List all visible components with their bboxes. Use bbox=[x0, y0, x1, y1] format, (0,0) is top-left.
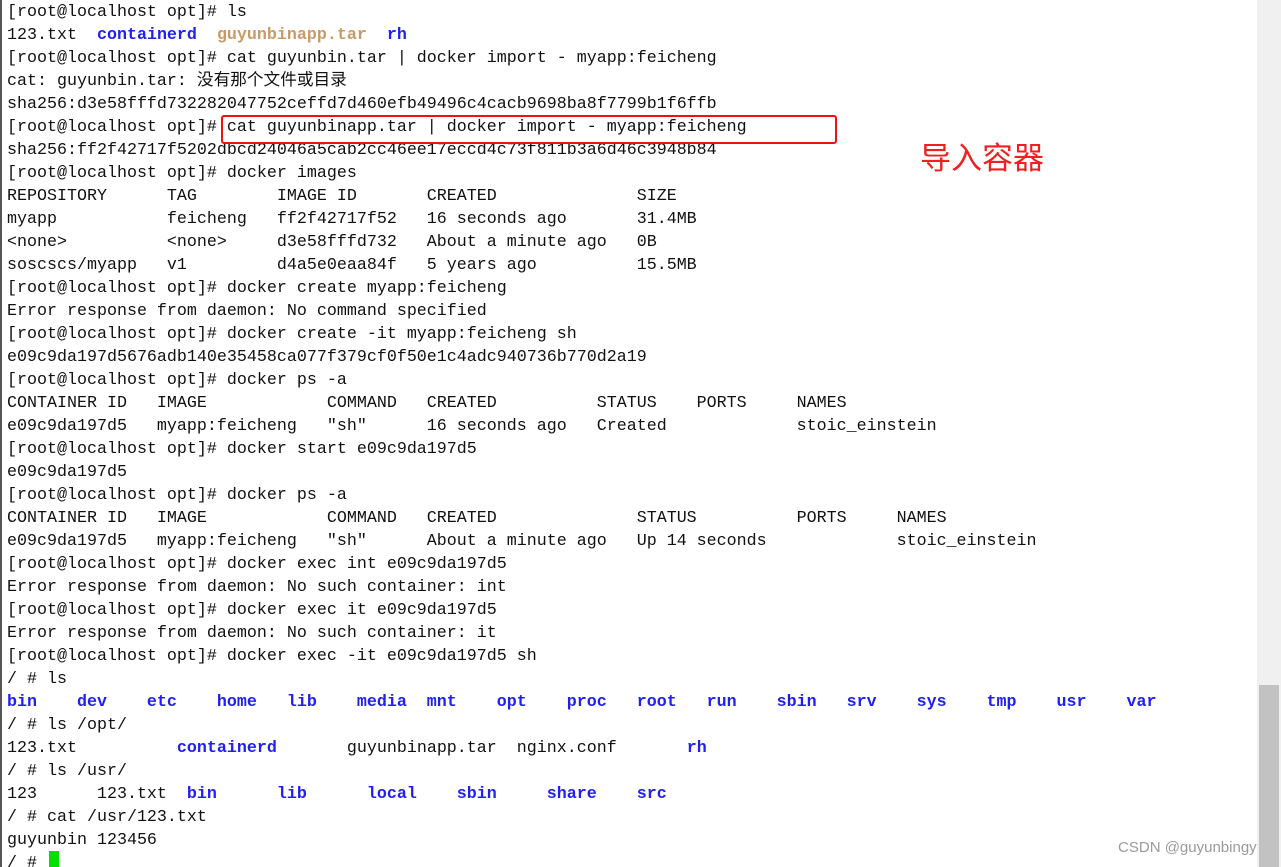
line-segment: bin lib local sbin share src bbox=[186, 785, 667, 804]
line-segment: 123.txt bbox=[7, 26, 97, 45]
line-segment: [root@localhost opt]# docker exec -it e0… bbox=[7, 647, 537, 666]
line-segment: myapp feicheng ff2f42717f52 16 seconds a… bbox=[7, 210, 697, 229]
terminal-line: CONTAINER ID IMAGE COMMAND CREATED STATU… bbox=[7, 507, 947, 530]
terminal-line: [root@localhost opt]# docker ps -a bbox=[7, 369, 347, 392]
line-segment: bin dev etc home lib media mnt opt proc … bbox=[7, 693, 1157, 712]
line-segment bbox=[197, 26, 217, 45]
line-segment: / # bbox=[7, 854, 47, 867]
terminal-line: e09c9da197d5 myapp:feicheng "sh" About a… bbox=[7, 530, 1037, 553]
terminal-line: Error response from daemon: No such cont… bbox=[7, 622, 497, 645]
terminal-window[interactable]: [root@localhost opt]# ls 123.txt containe… bbox=[0, 0, 1281, 867]
terminal-line: / # ls /usr/ bbox=[7, 760, 127, 783]
line-segment: [root@localhost opt]# docker create myap… bbox=[7, 279, 507, 298]
line-segment: CONTAINER ID IMAGE COMMAND CREATED STATU… bbox=[7, 509, 947, 528]
line-segment: <none> <none> d3e58fffd732 About a minut… bbox=[7, 233, 657, 252]
terminal-line: [root@localhost opt]# docker exec it e09… bbox=[7, 599, 497, 622]
line-segment: REPOSITORY TAG IMAGE ID CREATED SIZE bbox=[7, 187, 677, 206]
line-segment: 123 123.txt bbox=[7, 785, 187, 804]
terminal-line: / # cat /usr/123.txt bbox=[7, 806, 207, 829]
terminal-line: [root@localhost opt]# docker ps -a bbox=[7, 484, 347, 507]
line-segment: guyunbinapp.tar nginx.conf bbox=[276, 739, 687, 758]
terminal-line: e09c9da197d5 myapp:feicheng "sh" 16 seco… bbox=[7, 415, 937, 438]
line-segment: e09c9da197d5 bbox=[7, 463, 127, 482]
line-segment: guyunbinapp.tar bbox=[216, 26, 367, 45]
terminal-line: cat: guyunbin.tar: 没有那个文件或目录 bbox=[7, 70, 347, 93]
terminal-line: <none> <none> d3e58fffd732 About a minut… bbox=[7, 231, 657, 254]
scrollbar-thumb[interactable] bbox=[1259, 685, 1279, 867]
terminal-line: Error response from daemon: No such cont… bbox=[7, 576, 507, 599]
terminal-line: 123 123.txt bin lib local sbin share src bbox=[7, 783, 667, 806]
terminal-line: [root@localhost opt]# docker create -it … bbox=[7, 323, 577, 346]
line-segment: / # cat /usr/123.txt bbox=[7, 808, 207, 827]
line-segment: [root@localhost opt]# docker create -it … bbox=[7, 325, 577, 344]
line-segment: cat: guyunbin.tar: 没有那个文件或目录 bbox=[7, 72, 347, 91]
annotation-label: 导入容器 bbox=[920, 141, 1044, 177]
line-segment: [root@localhost opt]# docker exec it e09… bbox=[7, 601, 497, 620]
terminal-line: REPOSITORY TAG IMAGE ID CREATED SIZE bbox=[7, 185, 677, 208]
line-segment: [root@localhost opt]# docker exec int e0… bbox=[7, 555, 507, 574]
line-segment: Error response from daemon: No such cont… bbox=[7, 578, 507, 597]
terminal-line: guyunbin 123456 bbox=[7, 829, 157, 852]
line-segment: guyunbin 123456 bbox=[7, 831, 157, 850]
terminal-line: [root@localhost opt]# docker start e09c9… bbox=[7, 438, 477, 461]
line-segment: 123.txt bbox=[7, 739, 177, 758]
line-segment: CONTAINER ID IMAGE COMMAND CREATED STATU… bbox=[7, 394, 847, 413]
line-segment: / # ls /usr/ bbox=[7, 762, 127, 781]
terminal-line: [root@localhost opt]# docker create myap… bbox=[7, 277, 507, 300]
line-segment: / # ls /opt/ bbox=[7, 716, 127, 735]
line-segment: containerd bbox=[96, 26, 197, 45]
line-segment: e09c9da197d5676adb140e35458ca077f379cf0f… bbox=[7, 348, 647, 367]
terminal-line: e09c9da197d5 bbox=[7, 461, 127, 484]
terminal-line: bin dev etc home lib media mnt opt proc … bbox=[7, 691, 1156, 714]
line-segment: rh bbox=[686, 739, 707, 758]
line-segment: e09c9da197d5 myapp:feicheng "sh" 16 seco… bbox=[7, 417, 937, 436]
line-segment: [root@localhost opt]# docker start e09c9… bbox=[7, 440, 477, 459]
line-segment: [root@localhost opt]# cat guyunbin.tar |… bbox=[7, 49, 717, 68]
terminal-line: [root@localhost opt]# ls bbox=[7, 1, 247, 24]
line-segment: [root@localhost opt]# ls bbox=[7, 3, 247, 22]
line-segment: rh bbox=[386, 26, 407, 45]
terminal-line: e09c9da197d5676adb140e35458ca077f379cf0f… bbox=[7, 346, 647, 369]
terminal-line: soscscs/myapp v1 d4a5e0eaa84f 5 years ag… bbox=[7, 254, 697, 277]
terminal-line: CONTAINER ID IMAGE COMMAND CREATED STATU… bbox=[7, 392, 847, 415]
terminal-line: myapp feicheng ff2f42717f52 16 seconds a… bbox=[7, 208, 697, 231]
line-segment: / # ls bbox=[7, 670, 67, 689]
watermark: CSDN @guyunbingyb bbox=[1118, 839, 1265, 856]
line-segment: Error response from daemon: No such cont… bbox=[7, 624, 497, 643]
line-segment bbox=[367, 26, 387, 45]
line-segment: sha256:d3e58fffd732282047752ceffd7d460ef… bbox=[7, 95, 717, 114]
terminal-line: 123.txt containerd guyunbinapp.tar rh bbox=[7, 24, 407, 47]
line-segment: [root@localhost opt]# docker images bbox=[7, 164, 357, 183]
line-segment: containerd bbox=[176, 739, 277, 758]
terminal-line: / # ls /opt/ bbox=[7, 714, 127, 737]
terminal-line: / # bbox=[7, 852, 47, 867]
line-segment: [root@localhost opt]# docker ps -a bbox=[7, 486, 347, 505]
terminal-line: sha256:d3e58fffd732282047752ceffd7d460ef… bbox=[7, 93, 717, 116]
terminal-line: 123.txt containerd guyunbinapp.tar nginx… bbox=[7, 737, 707, 760]
line-segment: e09c9da197d5 myapp:feicheng "sh" About a… bbox=[7, 532, 1037, 551]
vertical-scrollbar[interactable] bbox=[1257, 0, 1281, 867]
line-segment: Error response from daemon: No command s… bbox=[7, 302, 487, 321]
terminal-cursor bbox=[49, 851, 59, 867]
terminal-line: / # ls bbox=[7, 668, 67, 691]
terminal-line: [root@localhost opt]# docker exec int e0… bbox=[7, 553, 507, 576]
terminal-line: Error response from daemon: No command s… bbox=[7, 300, 487, 323]
terminal-line: [root@localhost opt]# docker exec -it e0… bbox=[7, 645, 537, 668]
highlight-box bbox=[221, 115, 837, 144]
line-segment: [root@localhost opt]# docker ps -a bbox=[7, 371, 347, 390]
terminal-line: [root@localhost opt]# docker images bbox=[7, 162, 357, 185]
line-segment: soscscs/myapp v1 d4a5e0eaa84f 5 years ag… bbox=[7, 256, 697, 275]
terminal-line: [root@localhost opt]# cat guyunbin.tar |… bbox=[7, 47, 717, 70]
